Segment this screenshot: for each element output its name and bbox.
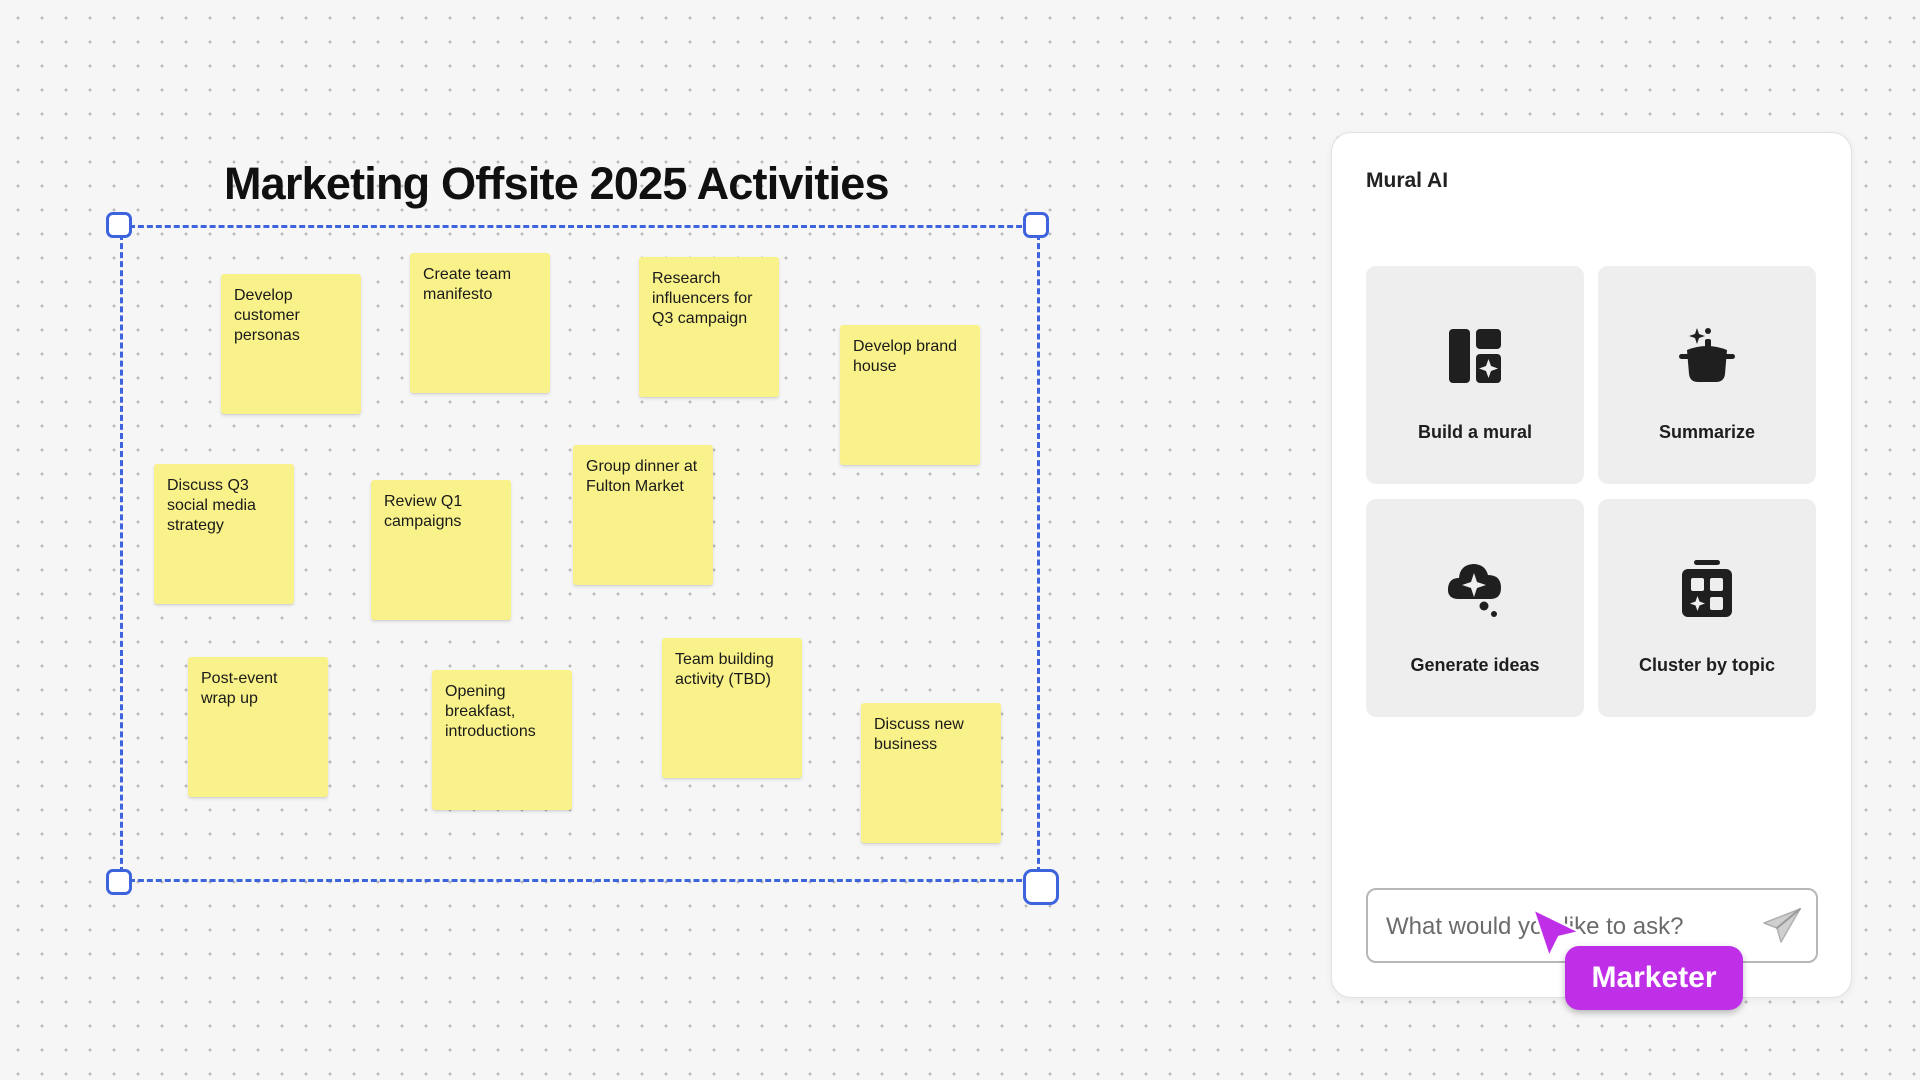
cluster-by-topic-label: Cluster by topic — [1638, 655, 1776, 675]
sticky-note[interactable]: Research influencers for Q3 campaign — [639, 257, 779, 397]
summarize-label: Summarize — [1658, 422, 1756, 442]
cluster-by-topic-button[interactable]: Cluster by topic — [1598, 499, 1816, 717]
cluster-grid-icon — [1682, 560, 1732, 617]
panel-title: Mural AI — [1366, 169, 1449, 192]
sticky-note[interactable]: Review Q1 campaigns — [371, 480, 511, 620]
sticky-note[interactable]: Group dinner at Fulton Market — [573, 445, 713, 585]
resize-handle-top-left[interactable] — [106, 212, 132, 238]
resize-handle-bottom-left[interactable] — [106, 869, 132, 895]
generate-ideas-label: Generate ideas — [1410, 655, 1540, 675]
send-paper-plane-icon[interactable] — [1762, 907, 1802, 945]
sticky-note[interactable]: Develop brand house — [840, 325, 980, 465]
sticky-note[interactable]: Post-event wrap up — [188, 657, 328, 797]
sticky-note[interactable]: Discuss Q3 social media strategy — [154, 464, 294, 604]
generate-ideas-button[interactable]: Generate ideas — [1366, 499, 1584, 717]
summarize-pot-sparkle-icon — [1679, 328, 1735, 382]
sticky-note[interactable]: Opening breakfast, introductions — [432, 670, 572, 810]
resize-handle-bottom-right[interactable] — [1023, 869, 1059, 905]
collaborator-name-tag: Marketer — [1565, 946, 1743, 1010]
build-mural-button[interactable]: Build a mural — [1366, 266, 1584, 484]
build-mural-label: Build a mural — [1417, 422, 1533, 442]
mural-ai-panel: Mural AI Build a mural Summarize Generat… — [1331, 132, 1852, 998]
sticky-note[interactable]: Discuss new business — [861, 703, 1001, 843]
sticky-note[interactable]: Develop customer personas — [221, 274, 361, 414]
board-title[interactable]: Marketing Offsite 2025 Activities — [224, 158, 889, 210]
resize-handle-top-right[interactable] — [1023, 212, 1049, 238]
build-mural-icon — [1449, 329, 1501, 383]
sticky-note[interactable]: Team building activity (TBD) — [662, 638, 802, 778]
sticky-note[interactable]: Create team manifesto — [410, 253, 550, 393]
idea-cloud-sparkle-icon — [1447, 564, 1501, 617]
summarize-button[interactable]: Summarize — [1598, 266, 1816, 484]
